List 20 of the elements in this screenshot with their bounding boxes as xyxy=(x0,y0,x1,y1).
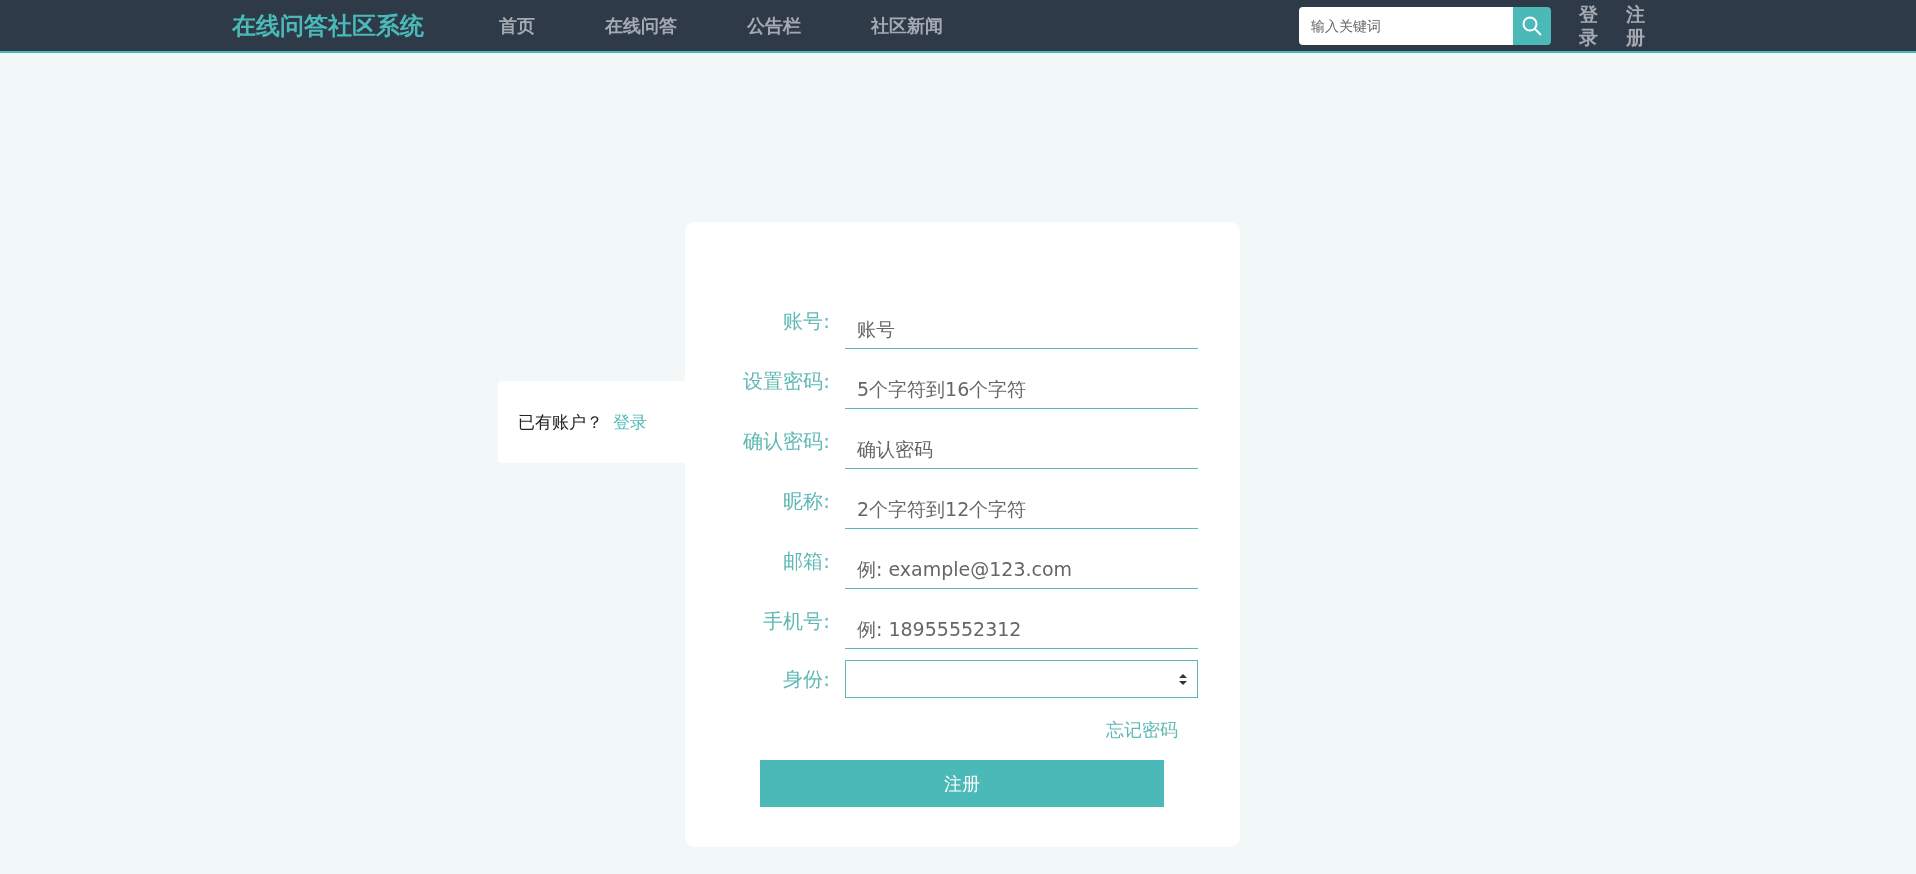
nav-link[interactable]: 公告栏 xyxy=(712,13,836,38)
search-field[interactable]: 输入关键词 xyxy=(1299,6,1513,45)
site-logo: 在线问答社区系统 xyxy=(232,10,425,42)
field-label: 确认密码: xyxy=(742,428,830,455)
nav-link[interactable]: 在线问答 xyxy=(570,13,712,38)
nav-link[interactable]: 社区新闻 xyxy=(836,13,978,38)
select-field[interactable] xyxy=(845,660,1198,698)
field-label: 手机号: xyxy=(762,608,830,635)
field-label: 设置密码: xyxy=(742,368,830,395)
auth-link[interactable]: 登录 xyxy=(1579,2,1598,49)
sort-arrows-icon xyxy=(1179,673,1187,685)
prompt-text: 已有账户？ xyxy=(518,410,603,434)
search-icon xyxy=(1522,15,1542,36)
field-label: 账号: xyxy=(782,308,830,335)
auth-link[interactable]: 注册 xyxy=(1626,2,1645,49)
field-label: 身份: xyxy=(782,665,830,693)
field-label: 昵称: xyxy=(782,488,830,515)
nav-link[interactable]: 首页 xyxy=(464,13,570,38)
search-button[interactable] xyxy=(1513,6,1551,45)
field-label: 邮箱: xyxy=(782,548,830,575)
